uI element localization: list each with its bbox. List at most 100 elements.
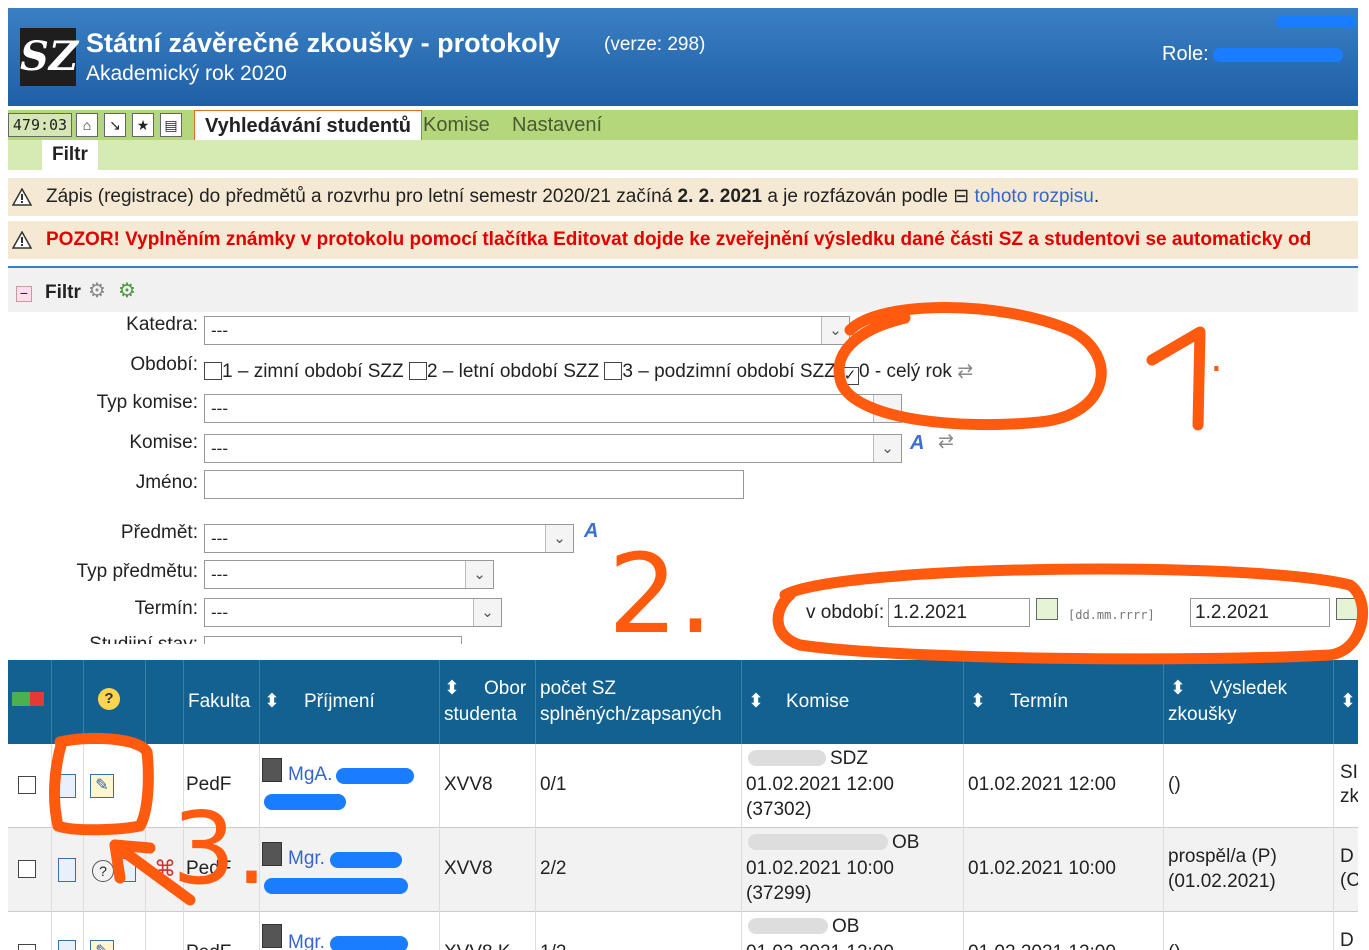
document-icon[interactable] [58,858,76,882]
redacted-komise [748,834,888,850]
chevron-down-icon: ⌄ [873,395,901,422]
document-icon[interactable] [118,858,136,882]
komise-cell: SDZ [830,748,868,769]
vysledek-cell: prospěl/a (P) [1168,846,1277,867]
calendar-icon[interactable] [1036,598,1058,620]
row-checkbox[interactable] [18,776,36,794]
home-icon[interactable]: ⌂ [76,113,98,137]
document-icon[interactable] [58,774,76,798]
sort-icon: ⬍ [264,691,280,712]
tab-vyhledavani-studentu[interactable]: Vyhledávání studentů [194,110,422,140]
table-header: ? Fakulta ⬍ Příjmení ⬍ Obor studenta počet … [8,660,1358,744]
date-to-input[interactable]: 1.2.2021 [1190,598,1330,627]
termin-header[interactable]: ⬍ Termín [964,660,1164,744]
vysledek-date: (01.02.2021) [1168,871,1276,892]
jmeno-input[interactable] [204,470,744,499]
obor-cell: XVV8 K [444,942,511,950]
fakulta-cell: PedF [186,942,231,950]
tab-filtr[interactable]: Filtr [42,140,98,170]
tab-komise[interactable]: Komise [423,110,490,140]
fakulta-header[interactable]: Fakulta [184,660,260,744]
komise-cell: OB [892,832,920,853]
gear-go-icon[interactable]: ⚙ [118,278,136,303]
collapse-icon[interactable]: − [16,286,32,302]
swap-icon[interactable]: ⇄ [938,430,954,453]
extra-header[interactable]: ⬍ [1334,660,1358,744]
typ-predmetu-select[interactable]: --- ⌄ [204,560,494,589]
filter-header: − Filtr ⚙ ⚙ [8,268,1358,312]
typ-komise-select[interactable]: --- ⌄ [204,394,902,423]
notice-text: Zápis (registrace) do předmětů a rozvrhu… [46,186,1100,207]
app-version: (verze: 298) [604,34,706,55]
date-from-input[interactable]: 1.2.2021 [888,598,1030,627]
person-icon [262,924,282,948]
obor-cell: XVV8 [444,858,493,879]
search-text-icon[interactable]: A [584,520,598,543]
row-checkbox[interactable] [18,944,36,950]
student-name-link[interactable]: Mgr. [288,932,325,950]
logout-icon[interactable]: ↘ [104,113,126,137]
gear-icon[interactable]: ⚙ [88,278,106,303]
tab-nastaveni[interactable]: Nastavení [512,110,602,140]
calendar-icon[interactable] [1336,598,1358,620]
sort-icon: ⬍ [970,691,986,712]
search-text-icon[interactable]: A [910,432,924,455]
edit-icon[interactable]: ✎ [90,940,114,950]
academic-year: Akademický rok 2020 [86,62,287,85]
edit-icon[interactable]: ✎ [90,774,114,798]
extra-cell: D [1340,930,1354,950]
warning-text: POZOR! Vyplněním známky v protokolu pomo… [46,229,1312,250]
predmet-select[interactable]: --- ⌄ [204,524,574,553]
obdobi-checkbox-0[interactable]: ✓ [841,367,860,385]
pocet-cell: 0/1 [540,774,567,795]
katedra-label: Katedra: [126,314,198,335]
schedule-link[interactable]: tohoto rozpisu [974,186,1093,207]
list-icon: ⊟ [953,186,975,207]
komise-header[interactable]: ⬍ Komise [742,660,964,744]
jmeno-label: Jméno: [135,472,198,493]
warning-icon [12,231,32,249]
vysledek-header[interactable]: ⬍ Výsledek zkoušky [1164,660,1334,744]
extra-cell: SI [1340,762,1358,783]
row-checkbox[interactable] [18,860,36,878]
extra-cell: zk [1340,786,1358,807]
termin-select[interactable]: --- ⌄ [204,598,502,627]
favorite-star-icon[interactable]: ★ [132,113,154,137]
studijni-stav-select[interactable] [204,636,462,644]
katedra-select[interactable]: --- ⌄ [204,316,850,345]
registration-notice: Zápis (registrace) do předmětů a rozvrhu… [8,178,1358,216]
prijmeni-header[interactable]: ⬍ Příjmení [260,660,440,744]
pocet-cell: 1/2 [540,942,566,950]
obdobi-checkbox-1[interactable] [204,362,222,380]
komise-select[interactable]: --- ⌄ [204,434,902,463]
redacted-user [1276,16,1356,28]
session-timer: 479:03 [8,113,72,137]
termin-label: Termín: [134,598,198,619]
table-row: ✎ PedF Mgr. XVV8 K 1/2 OB 01.02.2021 12:… [8,912,1358,950]
app-header: SZ Státní závěrečné zkoušky - protokoly … [8,8,1358,106]
help-icon[interactable]: ? [92,860,114,882]
student-name-link[interactable]: Mgr. [288,848,325,870]
redacted-name [330,852,402,868]
obdobi-checkbox-3[interactable] [604,362,623,380]
header-blank [52,660,84,744]
chevron-down-icon: ⌄ [465,561,493,588]
redacted-name [264,794,346,810]
v-obdobi-label: v období: [806,602,885,623]
obor-header[interactable]: ⬍ Obor studenta [440,660,536,744]
document-icon[interactable] [58,940,76,950]
help-header: ? [84,660,146,744]
swap-icon[interactable]: ⇄ [957,361,973,382]
select-all-header[interactable] [8,660,52,744]
annotation-number-3: 3. [172,790,268,907]
student-name-link[interactable]: MgA. [288,764,332,786]
sort-icon: ⬍ [748,691,764,712]
pocet-header[interactable]: počet SZ splněných/zapsaných [536,660,742,744]
app-logo: SZ [20,28,78,86]
header-blank [146,660,184,744]
extra-cell: (C [1340,870,1358,891]
sort-icon: ⬍ [1170,678,1186,699]
typ-komise-label: Typ komise: [96,392,198,413]
obdobi-checkbox-2[interactable] [408,362,427,380]
print-icon[interactable]: ▤ [160,113,182,137]
